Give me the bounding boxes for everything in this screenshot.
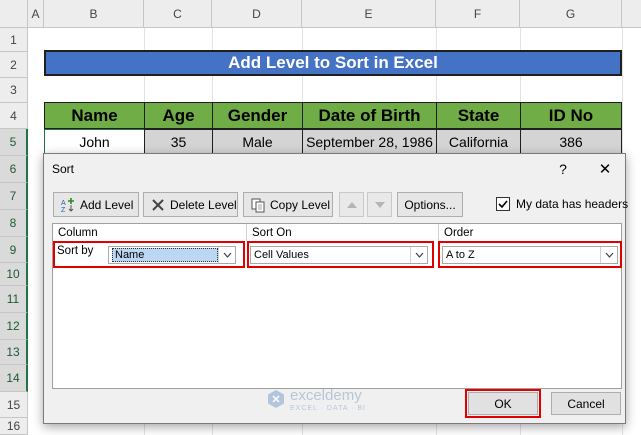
- table-cell[interactable]: September 28, 1986: [302, 129, 437, 154]
- headers-checkbox[interactable]: [496, 197, 510, 211]
- table-cell[interactable]: 386: [520, 129, 622, 154]
- column-header-b[interactable]: B: [44, 0, 144, 28]
- svg-text:Z: Z: [61, 207, 66, 213]
- dialog-title: Sort: [52, 162, 75, 176]
- exceldemy-logo-icon: [266, 389, 286, 412]
- table-header-state: State: [436, 102, 521, 129]
- column-header-f[interactable]: F: [436, 0, 520, 28]
- column-header-d[interactable]: D: [212, 0, 302, 28]
- delete-level-label: Delete Level: [170, 197, 237, 212]
- add-level-icon: AZ: [60, 197, 76, 213]
- row-header-6[interactable]: 6: [0, 156, 28, 183]
- options-label: Options...: [404, 197, 456, 212]
- row-header-1[interactable]: 1: [0, 28, 28, 52]
- exceldemy-watermark: exceldemy EXCEL · DATA · BI: [266, 387, 416, 413]
- row-header-5[interactable]: 5: [0, 129, 28, 156]
- column-header-c[interactable]: C: [144, 0, 212, 28]
- copy-level-button[interactable]: Copy Level: [243, 192, 333, 217]
- delete-level-button[interactable]: Delete Level: [143, 192, 238, 217]
- table-header-date-of-birth: Date of Birth: [302, 102, 437, 129]
- column-header-a[interactable]: A: [28, 0, 44, 28]
- column-header-e[interactable]: E: [302, 0, 436, 28]
- delete-x-icon: [150, 197, 166, 213]
- table-cell[interactable]: California: [436, 129, 521, 154]
- row-header-16[interactable]: 16: [0, 418, 28, 435]
- headers-checkbox-label[interactable]: My data has headers: [516, 197, 628, 211]
- arrow-up-icon: [346, 198, 358, 212]
- table-header-id-no: ID No: [520, 102, 622, 129]
- cancel-label: Cancel: [567, 396, 605, 411]
- highlight-sort-on-box: [247, 241, 434, 268]
- row-header-4[interactable]: 4: [0, 103, 28, 129]
- table-header-gender: Gender: [212, 102, 303, 129]
- select-all-corner[interactable]: [0, 0, 28, 28]
- table-cell[interactable]: John: [44, 129, 145, 154]
- watermark-brand: exceldemy: [290, 387, 362, 404]
- row-header-12[interactable]: 12: [0, 313, 28, 340]
- svg-text:A: A: [61, 200, 66, 207]
- row-header-3[interactable]: 3: [0, 78, 28, 103]
- help-icon[interactable]: ?: [555, 160, 571, 178]
- column-heading: Column: [58, 227, 98, 239]
- table-cell[interactable]: Male: [212, 129, 303, 154]
- table-header-name: Name: [44, 102, 145, 129]
- row-header-11[interactable]: 11: [0, 286, 28, 313]
- row-header-10[interactable]: 10: [0, 263, 28, 286]
- highlight-column-box: [53, 241, 245, 268]
- watermark-tagline: EXCEL · DATA · BI: [290, 405, 366, 412]
- order-heading: Order: [444, 227, 474, 239]
- table-cell[interactable]: 35: [144, 129, 213, 154]
- close-icon[interactable]: ✕: [593, 158, 617, 180]
- move-up-button[interactable]: [339, 192, 364, 217]
- add-level-button[interactable]: AZ Add Level: [53, 192, 139, 217]
- highlight-order-box: [438, 241, 622, 268]
- move-down-button[interactable]: [367, 192, 392, 217]
- row-header-13[interactable]: 13: [0, 340, 28, 365]
- checkmark-icon: [498, 200, 508, 209]
- row-header-7[interactable]: 7: [0, 183, 28, 210]
- sort-on-heading: Sort On: [252, 227, 292, 239]
- highlight-ok-box: [465, 389, 541, 418]
- row-header-14[interactable]: 14: [0, 365, 28, 392]
- row-header-9[interactable]: 9: [0, 237, 28, 263]
- options-button[interactable]: Options...: [397, 192, 463, 217]
- table-header-age: Age: [144, 102, 213, 129]
- column-separator: [246, 224, 247, 241]
- column-header-h[interactable]: [622, 0, 641, 28]
- add-level-label: Add Level: [80, 197, 134, 212]
- arrow-down-icon: [374, 198, 386, 212]
- row-header-2[interactable]: 2: [0, 52, 28, 78]
- cancel-button[interactable]: Cancel: [551, 392, 621, 415]
- column-header-g[interactable]: G: [520, 0, 622, 28]
- copy-level-label: Copy Level: [270, 197, 331, 212]
- column-separator: [438, 224, 439, 241]
- row-header-15[interactable]: 15: [0, 392, 28, 418]
- copy-icon: [250, 197, 266, 213]
- sheet-title-banner: Add Level to Sort in Excel: [44, 50, 622, 76]
- row-header-8[interactable]: 8: [0, 210, 28, 237]
